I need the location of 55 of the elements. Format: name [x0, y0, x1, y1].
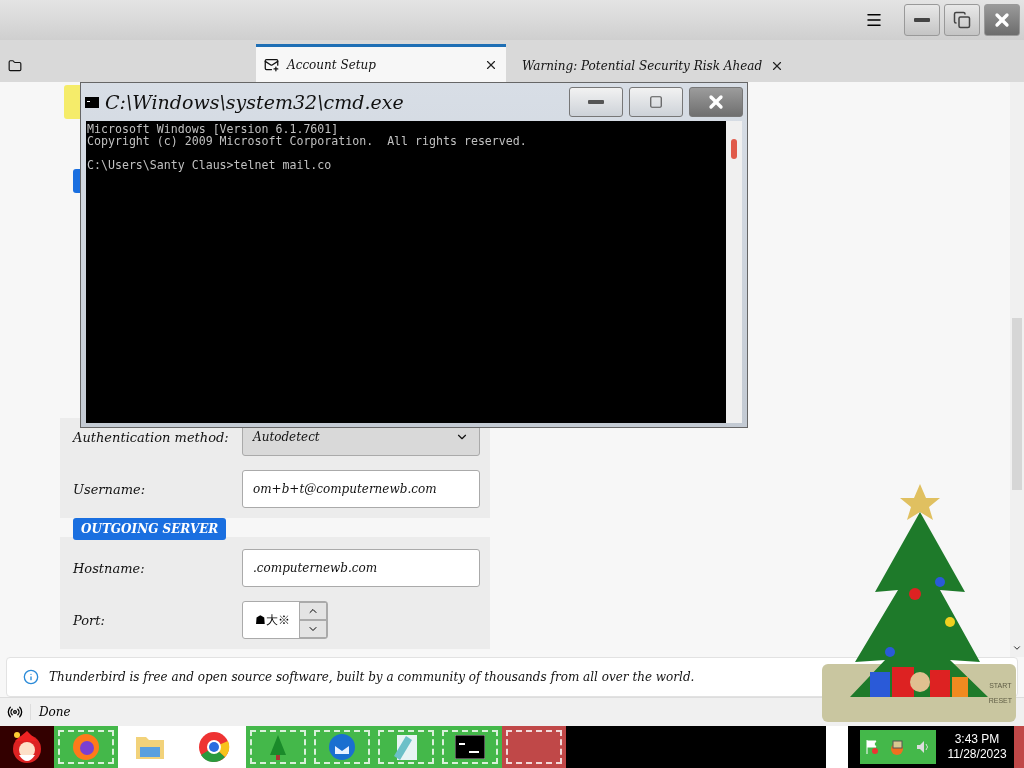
close-button[interactable]: [984, 4, 1020, 36]
terminal-icon: [455, 735, 485, 759]
clock[interactable]: 3:43 PM 11/28/2023: [940, 732, 1014, 762]
close-icon: [992, 10, 1012, 30]
input-field[interactable]: .computernewb.com: [242, 549, 480, 587]
activity-icon: [7, 704, 23, 720]
menu-icon: [865, 11, 883, 29]
close-button[interactable]: [689, 87, 743, 117]
tree-icon: [268, 733, 288, 761]
decrement-button[interactable]: [299, 620, 327, 638]
scrollbar[interactable]: [1010, 82, 1024, 657]
field-label: Username:: [73, 481, 147, 497]
folder-icon: [8, 58, 22, 73]
field-label: Hostname:: [73, 560, 146, 576]
close-icon: [706, 92, 726, 112]
browser-icon: [71, 732, 101, 762]
status-text: Done: [38, 705, 71, 719]
window-title: C:\Windows\system32\cmd.exe: [105, 91, 405, 113]
tab-label: Warning: Potential Security Risk Ahead: [522, 58, 763, 73]
scrollbar-thumb[interactable]: [731, 139, 737, 159]
scrollbar[interactable]: [726, 121, 742, 423]
number-field[interactable]: ☗大※: [242, 601, 328, 639]
maximize-button[interactable]: [629, 87, 683, 117]
browser-icon: [198, 731, 230, 763]
taskbar-button[interactable]: [438, 726, 502, 768]
console-line: Copyright (c) 2009 Microsoft Corporation. All rights reserved.: [87, 135, 528, 147]
minimize-button[interactable]: [904, 4, 940, 36]
clock-date: 11/28/2023: [947, 747, 1007, 762]
notepad-icon: [392, 732, 420, 762]
console-line: Microsoft Windows [Version 6.1.7601]: [87, 123, 340, 135]
clock-time: 3:43 PM: [954, 732, 1000, 747]
minimize-icon: [588, 100, 604, 104]
start-button[interactable]: [0, 726, 54, 768]
field-label: Port:: [73, 612, 106, 628]
restore-button[interactable]: [944, 4, 980, 36]
minimize-icon: [914, 18, 930, 22]
network-icon[interactable]: [889, 739, 905, 755]
scrollbar-thumb[interactable]: [1012, 318, 1022, 490]
tab-label: Account Setup: [287, 57, 377, 72]
terminal-icon: [85, 96, 99, 108]
info-icon: [23, 669, 39, 685]
field-label: Authentication method:: [73, 429, 230, 445]
increment-button[interactable]: [299, 602, 327, 620]
info-text: Thunderbird is free and open source software, built by a community of thousands from all over the world.: [49, 670, 695, 684]
mail-app-icon: [327, 732, 357, 762]
mail-icon: [264, 57, 279, 72]
chevron-down-icon[interactable]: [1012, 643, 1022, 653]
restore-icon: [953, 11, 971, 29]
tab[interactable]: Account Setup: [256, 44, 506, 82]
minimize-button[interactable]: [569, 87, 623, 117]
maximize-icon: [649, 95, 663, 109]
flag-icon[interactable]: [865, 739, 879, 755]
input-field[interactable]: om+b+t@computernewb.com: [242, 470, 480, 508]
section-heading: OUTGOING SERVER: [73, 518, 227, 540]
console-line: C:\Users\Santy Claus>telnet mail.co: [87, 159, 333, 171]
